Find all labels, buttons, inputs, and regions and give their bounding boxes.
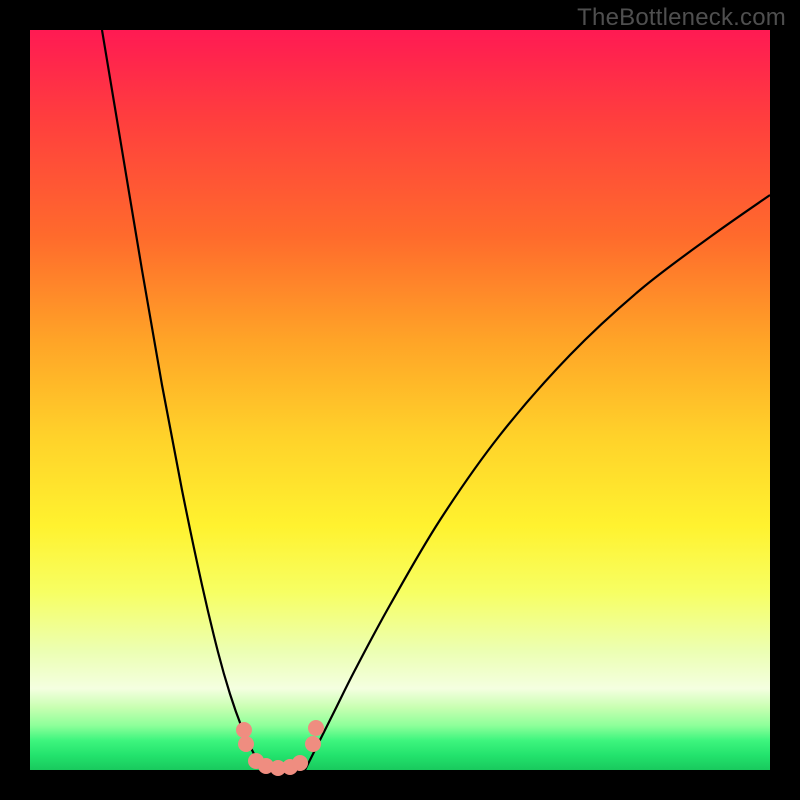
curve-left-branch (102, 30, 263, 770)
dip-marker (305, 736, 321, 752)
watermark-text: TheBottleneck.com (577, 4, 786, 32)
dip-marker (236, 722, 252, 738)
dip-markers (236, 720, 324, 776)
curve-svg (30, 30, 770, 770)
curve-right-branch (305, 195, 770, 770)
plot-area (30, 30, 770, 770)
dip-marker (292, 755, 308, 771)
dip-marker (308, 720, 324, 736)
dip-marker (238, 736, 254, 752)
chart-frame: TheBottleneck.com (0, 0, 800, 800)
